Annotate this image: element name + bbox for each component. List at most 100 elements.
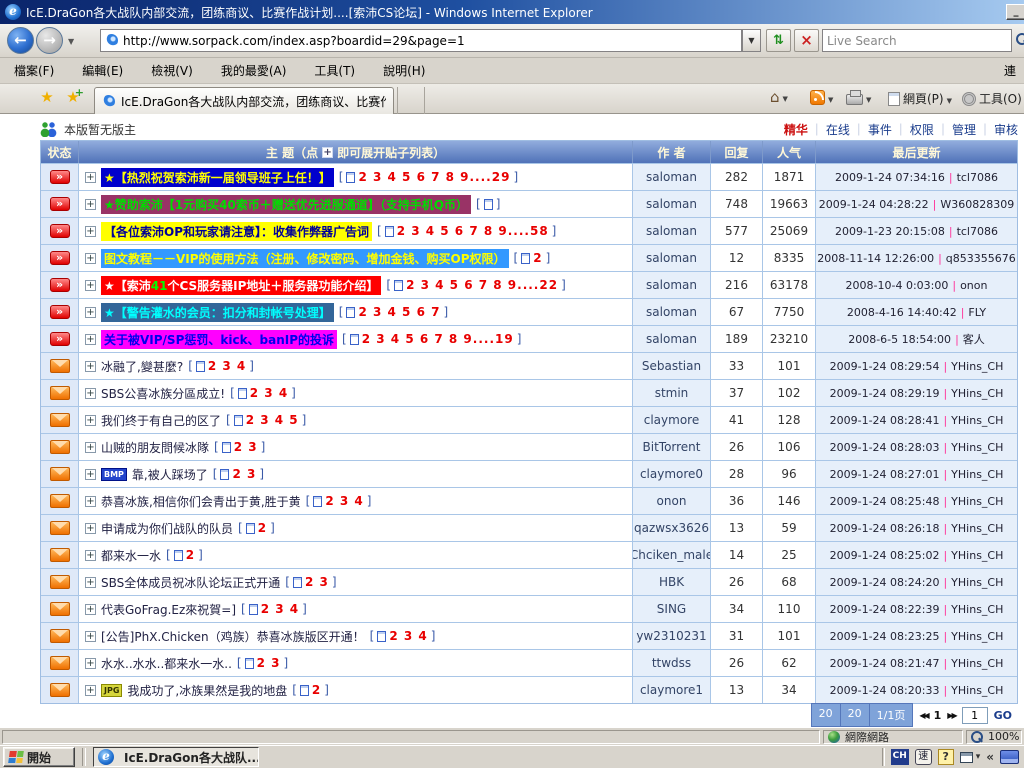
thread-pages[interactable]: [2 3 ]: [285, 575, 336, 589]
author-cell[interactable]: saloman: [633, 218, 711, 244]
author-cell[interactable]: SING: [633, 596, 711, 622]
thread-pages[interactable]: [2 ]: [514, 251, 551, 265]
home-button[interactable]: [770, 90, 788, 104]
feeds-button[interactable]: [810, 90, 833, 105]
ime-toolbar-icon[interactable]: [960, 752, 973, 763]
forward-button[interactable]: [36, 27, 63, 54]
address-dropdown-button[interactable]: [742, 29, 761, 52]
author-cell[interactable]: yw2310231: [633, 623, 711, 649]
expand-icon[interactable]: [85, 334, 96, 345]
author-cell[interactable]: saloman: [633, 191, 711, 217]
thread-pages[interactable]: [2 3 ]: [237, 656, 288, 670]
last-poster-link[interactable]: YHins_CH: [951, 495, 1003, 508]
thread-title-link[interactable]: 【各位索沛OP和玩家请注意】：收集作弊器广告词: [101, 222, 372, 241]
thread-pages[interactable]: [2 ]: [166, 548, 203, 562]
thread-pages[interactable]: [2 3 4 5 ]: [226, 413, 306, 427]
thread-pages[interactable]: [2 3 4 ]: [370, 629, 436, 643]
menu-tools[interactable]: 工具(T): [314, 62, 355, 79]
author-cell[interactable]: Sebastian: [633, 353, 711, 379]
author-cell[interactable]: saloman: [633, 272, 711, 298]
search-input[interactable]: [827, 34, 1007, 48]
address-bar[interactable]: [100, 29, 742, 52]
thread-pages[interactable]: [2 3 4 ]: [241, 602, 307, 616]
last-poster-link[interactable]: YHins_CH: [951, 522, 1003, 535]
expand-icon[interactable]: [85, 307, 96, 318]
last-poster-link[interactable]: tcl7086: [957, 225, 998, 238]
goto-page-button[interactable]: GO: [994, 709, 1012, 722]
author-cell[interactable]: claymore0: [633, 461, 711, 487]
board-link-manage[interactable]: 管理: [934, 121, 976, 138]
tray-collapse-button[interactable]: «: [986, 750, 994, 764]
language-indicator[interactable]: CH: [891, 749, 909, 765]
thread-pages[interactable]: []: [476, 197, 500, 211]
new-tab-stub[interactable]: [397, 87, 425, 114]
author-cell[interactable]: saloman: [633, 299, 711, 325]
last-poster-link[interactable]: YHins_CH: [951, 360, 1003, 373]
thread-title-link[interactable]: [公告]PhX.Chicken（鸡族）恭喜冰族版区开通！: [101, 628, 365, 645]
tab-active[interactable]: IcE.DraGon各大战队内部交流，团练商议、比赛作...: [94, 87, 394, 114]
expand-icon[interactable]: [85, 415, 96, 426]
thread-title-link[interactable]: ★【警告灌水的会员：扣分和封帐号处理】: [101, 303, 334, 322]
thread-title-link[interactable]: 山贼的朋友問候冰隊: [101, 439, 209, 456]
thread-title-link[interactable]: 代表GoFrag.Ez來祝賀=]: [101, 601, 236, 618]
menu-favorites[interactable]: 我的最愛(A): [221, 62, 287, 79]
thread-title-link[interactable]: 恭喜冰族,相信你们会青出于黄,胜于黄: [101, 493, 301, 510]
thread-pages[interactable]: [2 3 4 5 6 7 ]: [339, 305, 448, 319]
stop-button[interactable]: [794, 29, 819, 52]
thread-title-link[interactable]: SBS公喜冰族分區成立!: [101, 385, 225, 402]
thread-pages[interactable]: [2 3 ]: [213, 467, 264, 481]
last-poster-link[interactable]: YHins_CH: [951, 549, 1003, 562]
author-cell[interactable]: claymore: [633, 407, 711, 433]
expand-icon[interactable]: [85, 226, 96, 237]
last-poster-link[interactable]: 客人: [963, 331, 985, 347]
last-poster-link[interactable]: YHins_CH: [951, 603, 1003, 616]
board-link-audit[interactable]: 审核: [976, 121, 1018, 138]
thread-title-link[interactable]: ★【热烈祝贺索沛新一届领导班子上任！】: [101, 168, 334, 187]
thread-pages[interactable]: [2 ]: [238, 521, 275, 535]
author-cell[interactable]: saloman: [633, 245, 711, 271]
board-link-permissions[interactable]: 权限: [892, 121, 934, 138]
thread-title-link[interactable]: 靠,被人踩场了: [132, 466, 208, 483]
menu-help[interactable]: 說明(H): [383, 62, 425, 79]
menu-edit[interactable]: 編輯(E): [82, 62, 123, 79]
last-poster-link[interactable]: W360828309: [940, 198, 1014, 211]
last-poster-link[interactable]: q853355676: [946, 252, 1016, 265]
author-cell[interactable]: saloman: [633, 326, 711, 352]
last-poster-link[interactable]: YHins_CH: [951, 576, 1003, 589]
author-cell[interactable]: qazwsx3626: [633, 515, 711, 541]
expand-icon[interactable]: [85, 496, 96, 507]
author-cell[interactable]: saloman: [633, 164, 711, 190]
search-box[interactable]: [822, 29, 1012, 52]
thread-pages[interactable]: [2 3 4 5 6 7 8 9....29 ]: [339, 170, 518, 184]
add-favorite-icon[interactable]: [62, 88, 84, 106]
thread-title-link[interactable]: SBS全体成员祝冰队论坛正式开通: [101, 574, 280, 591]
thread-title-link[interactable]: 我成功了,冰族果然是我的地盘: [127, 682, 287, 699]
tools-menu-button[interactable]: 工具(O): [962, 90, 1022, 107]
expand-icon[interactable]: [85, 577, 96, 588]
thread-pages[interactable]: [2 ]: [292, 683, 329, 697]
last-poster-link[interactable]: YHins_CH: [951, 414, 1003, 427]
expand-icon[interactable]: [85, 361, 96, 372]
expand-icon[interactable]: [85, 658, 96, 669]
expand-icon[interactable]: [85, 253, 96, 264]
keyboard-tray-icon[interactable]: [1000, 750, 1019, 764]
thread-title-link[interactable]: 我们终于有自己的区了: [101, 412, 221, 429]
thread-title-link[interactable]: 都来水一水: [101, 547, 161, 564]
last-poster-link[interactable]: onon: [960, 279, 987, 292]
expand-icon[interactable]: [85, 685, 96, 696]
thread-pages[interactable]: [2 3 4 5 6 7 8 9....22 ]: [386, 278, 565, 292]
current-page-number[interactable]: 1: [934, 709, 942, 722]
expand-icon[interactable]: [85, 523, 96, 534]
expand-icon[interactable]: [85, 442, 96, 453]
thread-title-link[interactable]: 冰融了,變甚麼?: [101, 358, 183, 375]
expand-icon[interactable]: [85, 604, 96, 615]
thread-pages[interactable]: [2 3 4 ]: [306, 494, 372, 508]
last-poster-link[interactable]: YHins_CH: [951, 441, 1003, 454]
last-poster-link[interactable]: YHins_CH: [951, 630, 1003, 643]
thread-title-link[interactable]: 图文教程－－VIP的使用方法（注册、修改密码、增加金钱、购买OP权限）: [101, 249, 509, 268]
board-link-featured[interactable]: 精华: [784, 121, 808, 138]
author-cell[interactable]: Chciken_male: [633, 542, 711, 568]
last-poster-link[interactable]: YHins_CH: [951, 657, 1003, 670]
thread-pages[interactable]: [2 3 4 ]: [230, 386, 296, 400]
refresh-button[interactable]: [766, 29, 791, 52]
